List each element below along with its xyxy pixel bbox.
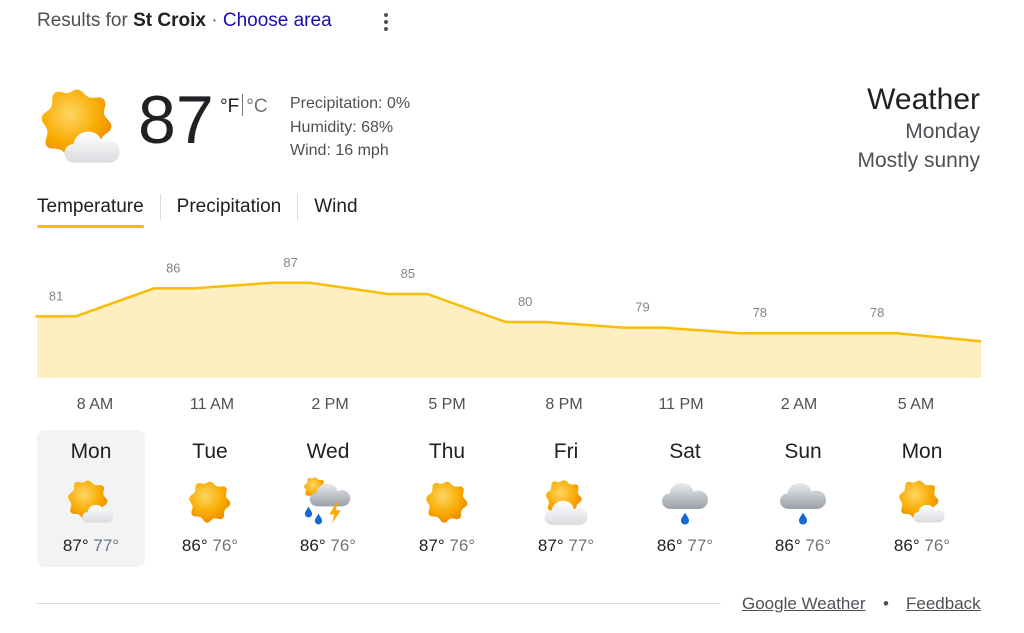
temperature-label: 86	[166, 260, 180, 275]
day-name: Tue	[192, 440, 228, 463]
temperature-label: 85	[401, 266, 415, 281]
partly-sunny-icon	[544, 480, 588, 526]
day-card-fri[interactable]: Fri 87° 77°	[512, 430, 620, 567]
sunny-icon	[189, 481, 231, 523]
temperature-label: 81	[49, 288, 63, 303]
low-temp: 76°	[805, 536, 832, 555]
partly-sunny-icon	[899, 480, 945, 523]
day-card-mon-next[interactable]: Mon 86° 76°	[868, 430, 976, 567]
rain-icon	[780, 483, 826, 525]
tab-wind[interactable]: Wind	[314, 194, 357, 228]
separator-dot: ·	[211, 10, 218, 31]
footer-divider	[37, 603, 721, 604]
tab-temperature[interactable]: Temperature	[37, 194, 144, 228]
day-name: Sun	[784, 440, 822, 463]
celsius-unit[interactable]: °C	[246, 96, 267, 117]
low-temp: 76°	[212, 536, 239, 555]
day-name: Wed	[306, 440, 350, 463]
temperature-chart: 81 86 87 85 80 79 78 78	[35, 255, 982, 378]
low-temp: 76°	[449, 536, 476, 555]
choose-area-link[interactable]: Choose area	[223, 10, 332, 31]
low-temp: 77°	[568, 536, 595, 555]
low-temp: 76°	[924, 536, 951, 555]
time-label: 5 AM	[897, 396, 935, 413]
tab-precipitation[interactable]: Precipitation	[177, 194, 282, 228]
day-name: Thu	[428, 440, 466, 463]
footer-dot: •	[883, 594, 889, 613]
partly-sunny-icon	[68, 480, 114, 523]
precipitation-text: Precipitation: 0%	[290, 95, 411, 112]
day-card-wed[interactable]: Wed 86° 76°	[274, 430, 382, 567]
fahrenheit-unit[interactable]: °F	[220, 96, 239, 117]
day-card-mon[interactable]: Mon 87° 77°	[37, 430, 145, 567]
weather-title: Weather	[867, 83, 980, 116]
time-label: 11 AM	[189, 396, 235, 413]
low-temp: 77°	[93, 536, 120, 555]
weather-condition: Mostly sunny	[857, 149, 980, 172]
day-name: Fri	[553, 440, 579, 463]
sunny-icon	[426, 481, 468, 523]
more-options-icon[interactable]	[376, 10, 396, 34]
low-temp: 76°	[330, 536, 357, 555]
day-card-sat[interactable]: Sat 86° 77°	[631, 430, 739, 567]
temperature-label: 78	[870, 305, 884, 320]
unit-toggle: °F °C	[220, 94, 268, 118]
time-label: 8 PM	[545, 396, 583, 413]
day-name: Mon	[70, 440, 112, 463]
weather-day: Monday	[905, 120, 980, 143]
high-temp: 86°	[774, 536, 801, 555]
google-weather-link[interactable]: Google Weather	[742, 594, 865, 614]
chart-tabs: Temperature Precipitation Wind	[37, 194, 358, 234]
time-label: 8 AM	[76, 396, 114, 413]
wind-text: Wind: 16 mph	[290, 142, 389, 159]
weather-details: Precipitation: 0% Humidity: 68% Wind: 16…	[290, 92, 410, 163]
high-temp: 87°	[418, 536, 445, 555]
temperature-label: 79	[635, 300, 649, 315]
high-temp: 87°	[537, 536, 564, 555]
humidity-text: Humidity: 68%	[290, 118, 394, 136]
feedback-link[interactable]: Feedback	[906, 594, 981, 614]
time-label: 11 PM	[658, 396, 704, 413]
low-temp: 77°	[687, 536, 714, 555]
high-temp: 86°	[181, 536, 208, 555]
results-for-line: Results for St Croix · Choose area	[37, 10, 332, 32]
time-label: 2 AM	[780, 396, 818, 413]
time-label: 2 PM	[311, 396, 349, 413]
temperature-label: 87	[283, 255, 297, 270]
temperature-label: 80	[518, 294, 532, 309]
partly-sunny-icon	[41, 89, 120, 163]
high-temp: 86°	[893, 536, 920, 555]
day-card-tue[interactable]: Tue 86° 76°	[156, 430, 264, 567]
location-name: St Croix	[133, 10, 206, 31]
rain-icon	[662, 483, 708, 525]
temperature-label: 78	[753, 305, 767, 320]
current-temperature: 87	[138, 82, 214, 158]
day-card-thu[interactable]: Thu 87° 76°	[393, 430, 501, 567]
day-card-sun[interactable]: Sun 86° 76°	[749, 430, 857, 567]
high-temp: 86°	[656, 536, 683, 555]
high-temp: 87°	[62, 536, 89, 555]
results-prefix: Results for	[37, 10, 128, 31]
high-temp: 86°	[299, 536, 326, 555]
scattered-thunderstorms-icon	[304, 477, 351, 525]
day-name: Sat	[669, 440, 701, 463]
time-label: 5 PM	[428, 396, 466, 413]
temperature-area	[36, 282, 981, 378]
weather-summary: Weather Monday Mostly sunny	[857, 83, 980, 175]
day-name: Mon	[901, 440, 943, 463]
